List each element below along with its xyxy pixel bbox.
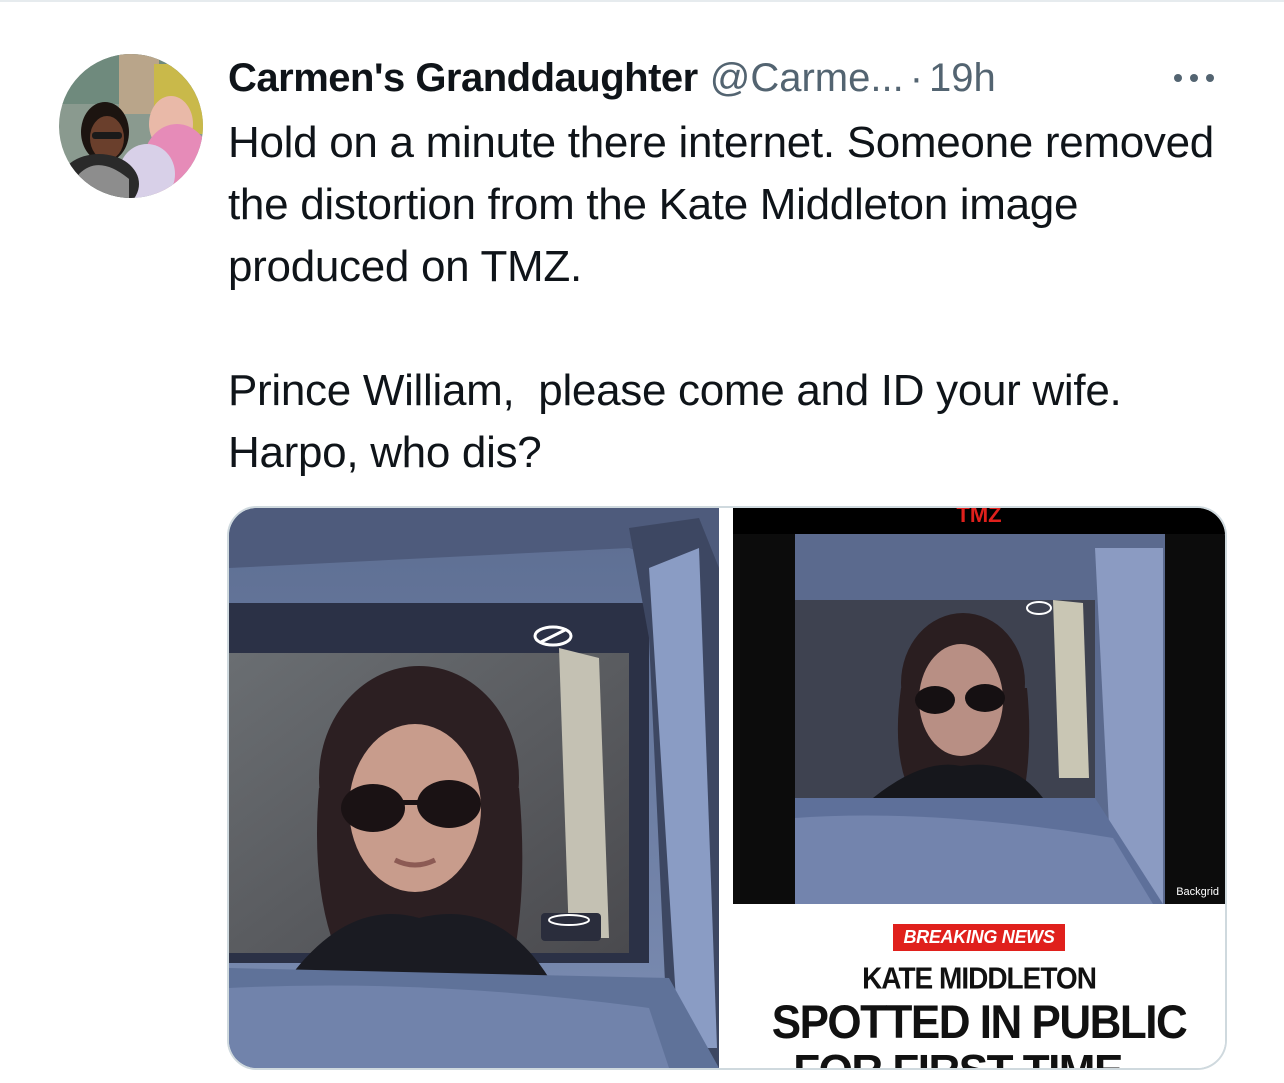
tmz-caption: BREAKING NEWS KATE MIDDLETON SPOTTED IN … — [733, 904, 1225, 1068]
headline-line-3: FOR FIRST TIME ... — [733, 1049, 1225, 1069]
top-divider — [0, 0, 1284, 2]
breaking-news-badge: BREAKING NEWS — [893, 924, 1065, 951]
display-name[interactable]: Carmen's Granddaughter — [228, 50, 698, 106]
avatar-photo — [59, 54, 203, 198]
media-image-right[interactable]: TMZ Backgrid BREAKING NEWS KATE MIDDLETO… — [733, 508, 1225, 1068]
timestamp[interactable]: 19h — [929, 50, 996, 106]
tmz-car-photo: TMZ — [733, 508, 1225, 904]
headline-line-1: KATE MIDDLETON — [862, 961, 1097, 996]
more-horizontal-icon — [1174, 74, 1214, 82]
headline-line-2: SPOTTED IN PUBLIC — [771, 996, 1188, 1049]
more-options-button[interactable] — [1166, 58, 1222, 98]
photo-credit: Backgrid — [1176, 886, 1219, 898]
tmz-logo: TMZ — [956, 508, 1001, 527]
separator-dot: · — [909, 56, 924, 100]
tweet-header: Carmen's Granddaughter @Carme... · 19h — [228, 50, 996, 106]
avatar[interactable] — [59, 54, 203, 198]
media-grid: TMZ Backgrid BREAKING NEWS KATE MIDDLETO… — [227, 506, 1227, 1070]
tweet-text: Hold on a minute there internet. Someone… — [228, 118, 1214, 477]
user-handle[interactable]: @Carme... — [710, 50, 904, 106]
car-driver-photo — [229, 508, 719, 1068]
media-image-left[interactable] — [229, 508, 719, 1068]
